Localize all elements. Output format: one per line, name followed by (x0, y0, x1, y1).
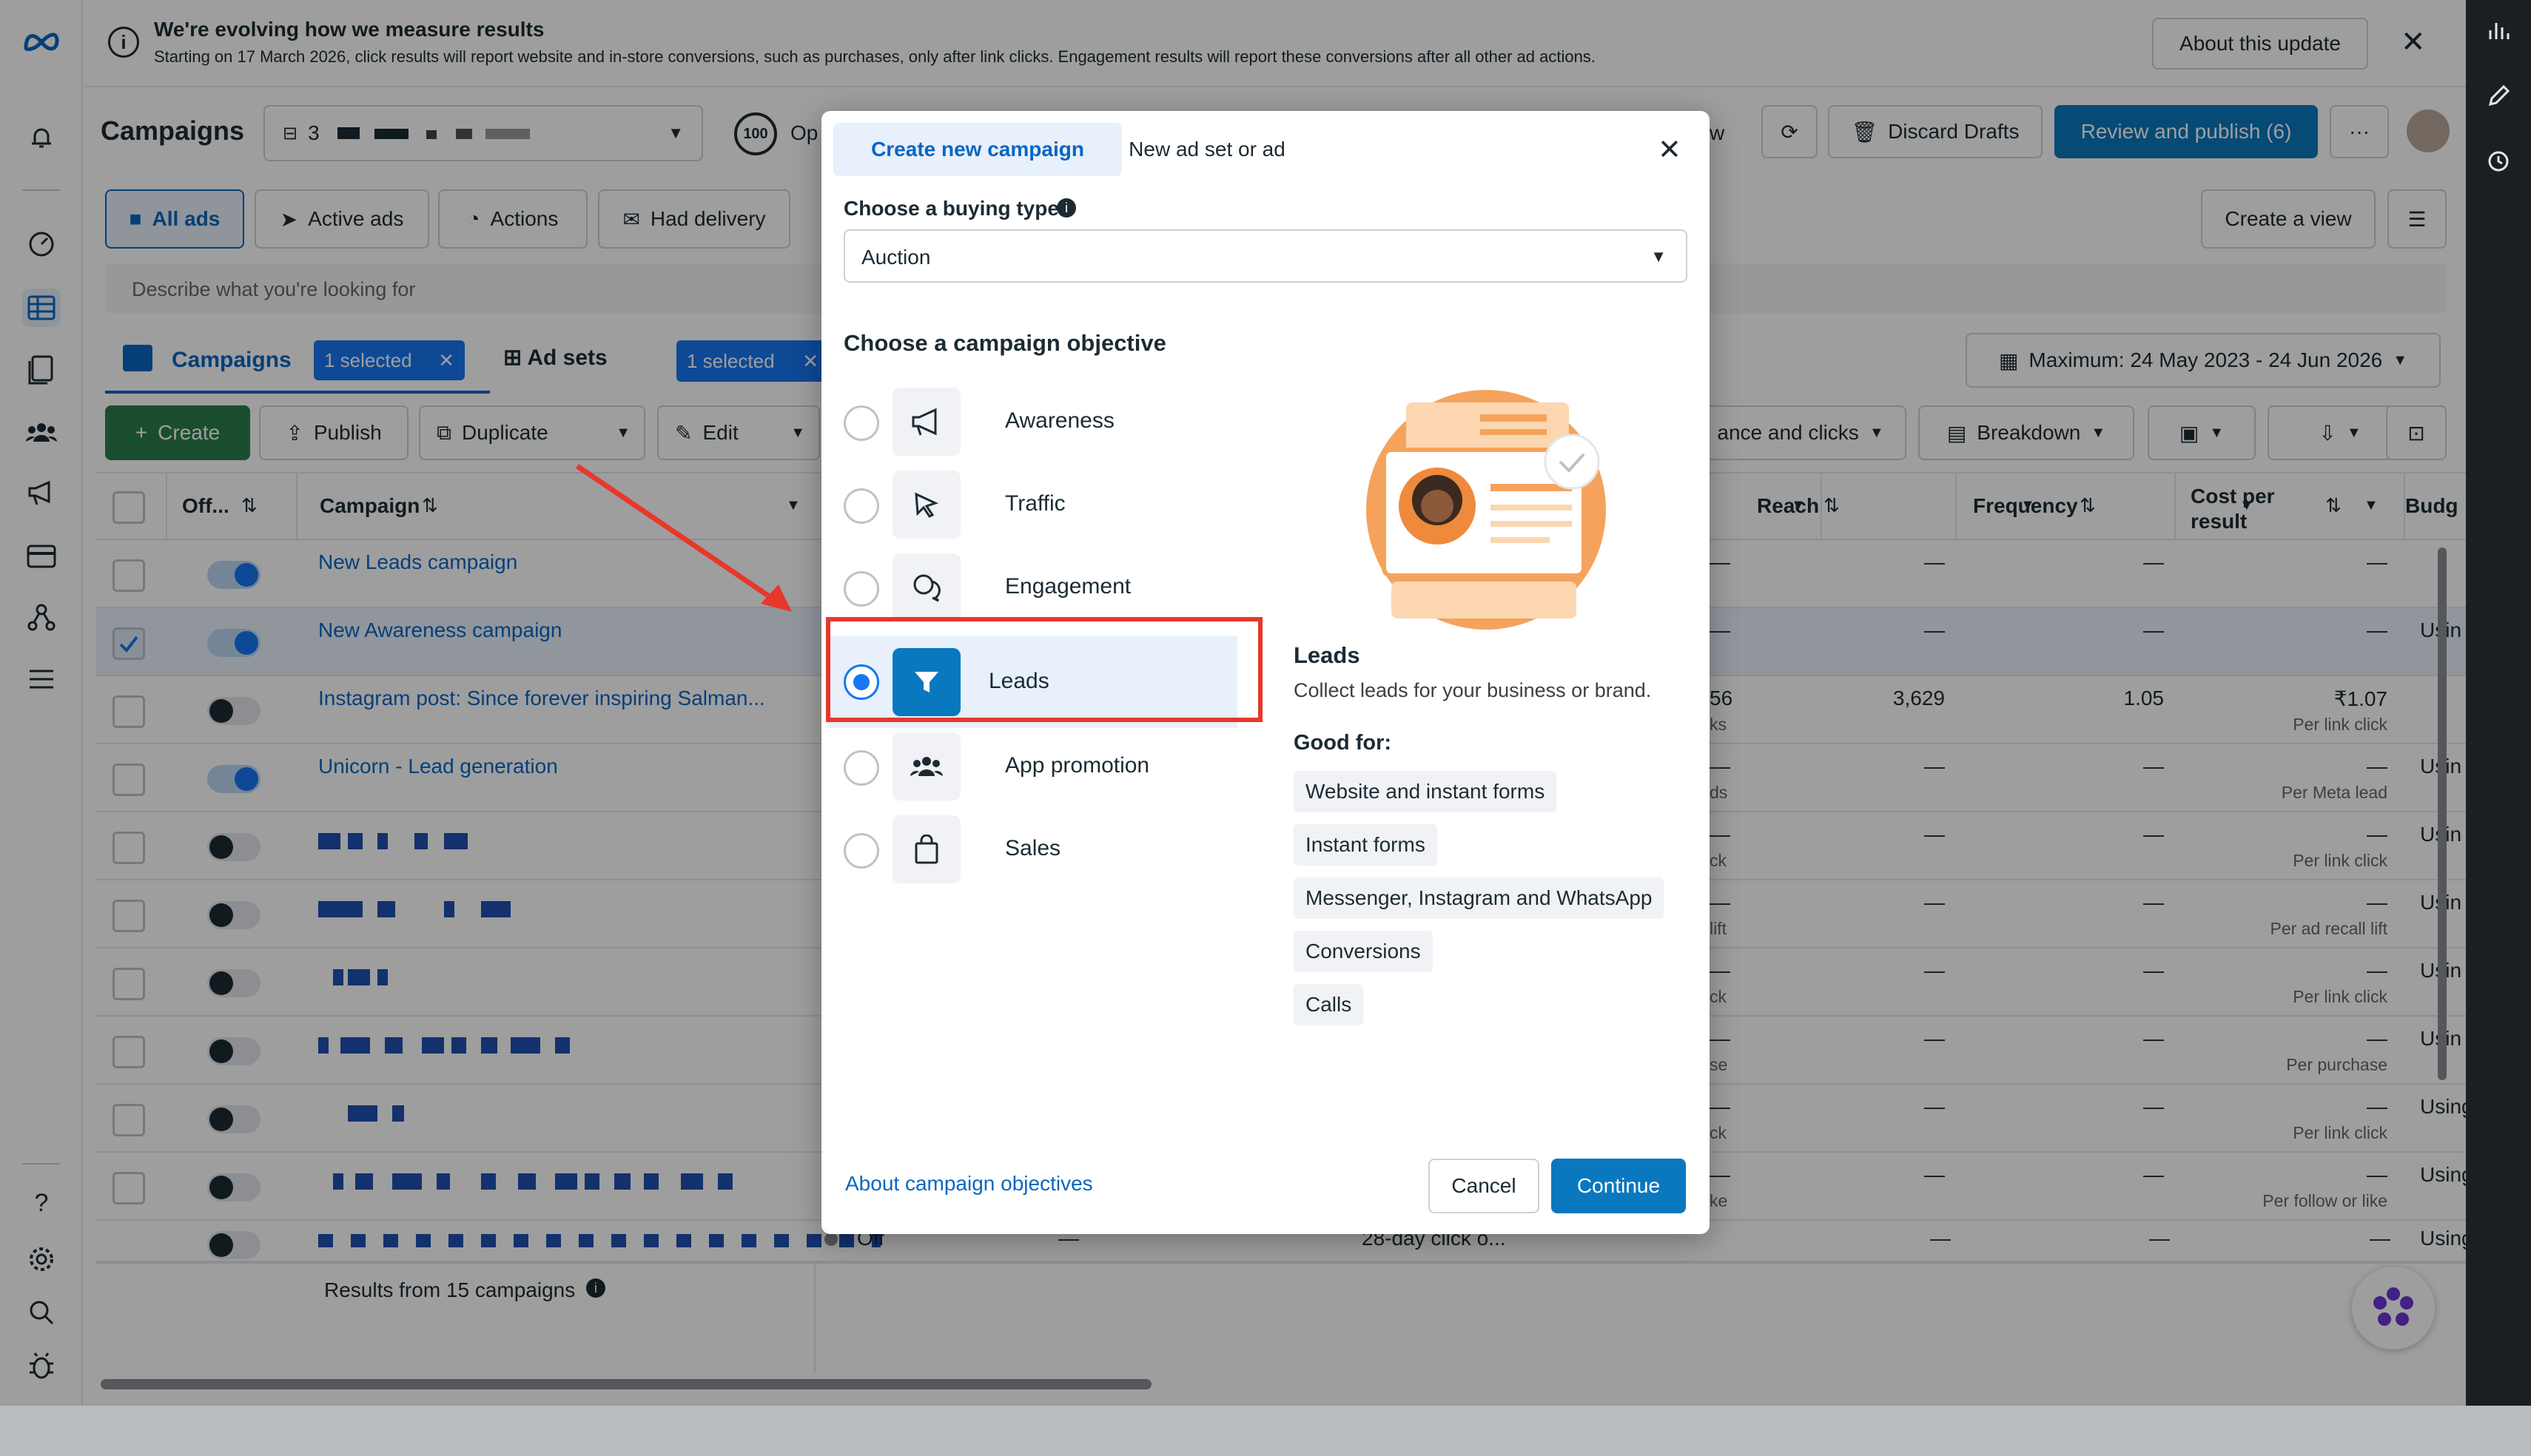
chevron-down-icon: ▼ (1650, 247, 1667, 266)
clock-icon[interactable] (2482, 145, 2515, 178)
good-for-tag: Website and instant forms (1294, 771, 1557, 812)
good-for-label: Good for: (1294, 731, 1392, 755)
objective-label: Engagement (1005, 574, 1132, 599)
buying-type-label: Choose a buying type (844, 197, 1059, 220)
objective-label: App promotion (1005, 753, 1150, 778)
radio-button[interactable] (844, 488, 879, 524)
people-icon (893, 732, 961, 801)
radio-button[interactable] (844, 833, 879, 869)
shopping-bag-icon (893, 815, 961, 883)
objective-app-promotion[interactable]: App promotion (844, 732, 1258, 803)
radio-button[interactable] (844, 750, 879, 786)
create-campaign-modal: Create new campaign New ad set or ad ✕ C… (821, 111, 1710, 1234)
chat-bubbles-icon (893, 553, 961, 621)
continue-button[interactable]: Continue (1551, 1159, 1686, 1213)
chart-icon[interactable] (2482, 13, 2515, 46)
good-for-tag: Messenger, Instagram and WhatsApp (1294, 877, 1664, 919)
objective-sales[interactable]: Sales (844, 815, 1258, 886)
cancel-button[interactable]: Cancel (1428, 1159, 1539, 1213)
objective-traffic[interactable]: Traffic (844, 471, 1258, 542)
radio-button[interactable] (844, 571, 879, 607)
detail-title: Leads (1294, 642, 1360, 668)
leads-highlight-box (826, 617, 1263, 722)
good-for-tag: Conversions (1294, 931, 1433, 972)
objective-heading: Choose a campaign objective (844, 330, 1166, 356)
about-objectives-link[interactable]: About campaign objectives (845, 1172, 1093, 1196)
good-for-tag: Calls (1294, 984, 1364, 1025)
bottom-strip (0, 1406, 2531, 1456)
cursor-icon (893, 471, 961, 539)
tab-create-new-campaign[interactable]: Create new campaign (833, 123, 1122, 176)
buying-type-value: Auction (861, 246, 931, 269)
detail-description: Collect leads for your business or brand… (1294, 679, 1652, 701)
objective-label: Awareness (1005, 408, 1115, 433)
arrow-annotation (576, 464, 792, 612)
tab-new-adset-or-ad[interactable]: New ad set or ad (1107, 123, 1307, 176)
objective-label: Sales (1005, 836, 1061, 860)
megaphone-icon (893, 388, 961, 456)
good-for-tag: Instant forms (1294, 824, 1437, 866)
leads-illustration (1366, 390, 1606, 630)
radio-button[interactable] (844, 405, 879, 441)
objective-engagement[interactable]: Engagement (844, 553, 1258, 624)
close-icon[interactable]: ✕ (1658, 133, 1681, 166)
buying-type-select[interactable]: Auction ▼ (844, 229, 1687, 283)
objective-awareness[interactable]: Awareness (844, 388, 1258, 459)
info-icon[interactable]: i (1057, 198, 1076, 218)
objective-label: Traffic (1005, 491, 1066, 516)
pencil-icon[interactable] (2482, 80, 2515, 112)
right-sidebar (2466, 0, 2531, 1406)
